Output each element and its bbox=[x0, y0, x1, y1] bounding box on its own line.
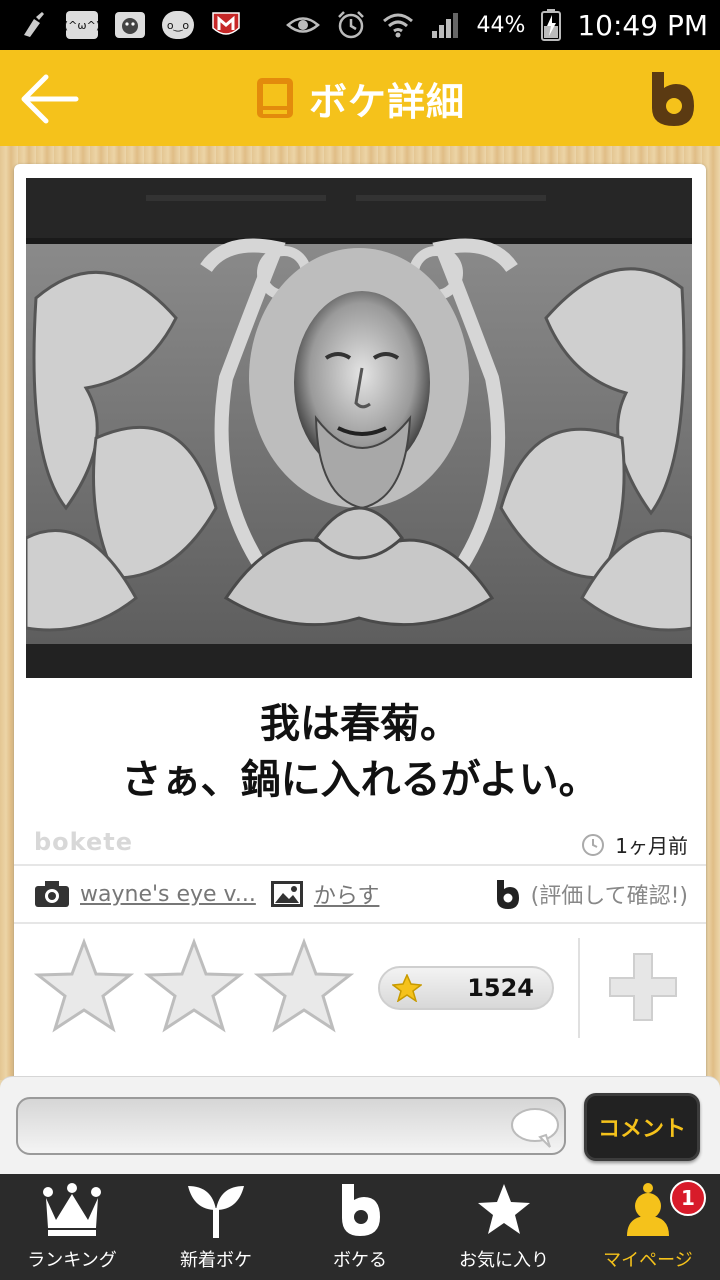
star-count: 1524 bbox=[467, 974, 534, 1002]
odai-author: からす bbox=[270, 878, 380, 910]
speech-bubble-icon bbox=[511, 1108, 559, 1148]
nav-new-boke[interactable]: 新着ボケ bbox=[144, 1174, 288, 1280]
add-favorite-plus-icon[interactable] bbox=[608, 952, 678, 1022]
evaluation-hint: (評価して確認!) bbox=[530, 884, 688, 909]
mcafee-icon bbox=[212, 12, 240, 35]
status-bar: (^ω^) o‿o 44% 10:49 PM bbox=[0, 0, 720, 50]
star-count-badge: 1524 bbox=[378, 966, 554, 1010]
rate-star-2[interactable] bbox=[144, 938, 244, 1034]
comment-bar: コメント bbox=[0, 1076, 720, 1175]
boke-photo[interactable] bbox=[26, 178, 692, 678]
vertical-divider bbox=[578, 938, 580, 1038]
battery-percent: 44% bbox=[476, 12, 526, 38]
sprout-icon bbox=[188, 1186, 244, 1238]
post-time: 1ヶ月前 bbox=[581, 830, 688, 859]
notification-icons: (^ω^) o‿o bbox=[20, 10, 242, 40]
meta-row: bokete 1ヶ月前 bbox=[14, 824, 706, 864]
alarm-icon bbox=[338, 11, 365, 39]
nav-label: マイページ bbox=[603, 1250, 693, 1271]
camera-icon bbox=[35, 881, 69, 907]
photo-credit: wayne's eye v... bbox=[34, 880, 256, 908]
clock: 10:49 PM bbox=[577, 8, 708, 42]
back-arrow-icon[interactable] bbox=[18, 72, 80, 126]
dog-icon bbox=[115, 12, 145, 38]
picture-icon bbox=[270, 881, 303, 907]
wifi-icon bbox=[383, 13, 414, 38]
rate-star-1[interactable] bbox=[34, 938, 134, 1034]
photo-credit-link[interactable]: wayne's eye v... bbox=[80, 882, 256, 907]
bottom-nav: ランキング 新着ボケ ボケる お気に入り マイページ 1 bbox=[0, 1174, 720, 1280]
rating-row: 1524 bbox=[14, 924, 706, 1050]
nav-ranking[interactable]: ランキング bbox=[0, 1174, 144, 1280]
bokete-b-icon bbox=[496, 880, 519, 909]
boke-card: 我は春菊。 さぁ、鍋に入れるがよい。 bokete 1ヶ月前 wayne's e… bbox=[14, 164, 706, 1094]
page-title-group: ボケ詳細 bbox=[255, 71, 465, 126]
user-bell-icon bbox=[627, 1183, 669, 1236]
eye-icon bbox=[286, 17, 321, 33]
battery-charging-icon bbox=[541, 9, 562, 41]
boke-author-evaluate[interactable]: (評価して確認!) bbox=[495, 878, 688, 910]
stone-face-relief-image bbox=[26, 178, 692, 678]
bokete-b-icon bbox=[342, 1184, 380, 1236]
nav-label: ランキング bbox=[27, 1250, 117, 1271]
book-icon bbox=[256, 78, 293, 118]
credit-row: wayne's eye v... からす (評価して確認!) bbox=[14, 866, 706, 922]
comment-input[interactable] bbox=[16, 1097, 566, 1155]
star-icon bbox=[478, 1184, 530, 1234]
time-ago: 1ヶ月前 bbox=[615, 834, 688, 858]
submit-comment-button[interactable]: コメント bbox=[584, 1093, 700, 1161]
nav-label: お気に入り bbox=[459, 1250, 549, 1271]
kaomoji-icon: (^ω^) bbox=[64, 11, 100, 39]
kaomoji2-icon: o‿o bbox=[162, 11, 194, 39]
clock-icon bbox=[582, 833, 605, 856]
rate-star-3[interactable] bbox=[254, 938, 354, 1034]
notification-badge: 1 bbox=[670, 1180, 706, 1216]
app-header: ボケ詳細 bbox=[0, 50, 720, 146]
nav-label: ボケる bbox=[333, 1250, 387, 1271]
system-status: 44% 10:49 PM bbox=[286, 9, 708, 42]
gold-star-icon bbox=[392, 974, 422, 1002]
nav-favorites[interactable]: お気に入り bbox=[432, 1174, 576, 1280]
bokete-logo-icon[interactable] bbox=[646, 68, 698, 128]
nav-mypage[interactable]: マイページ 1 bbox=[576, 1174, 720, 1280]
crown-icon bbox=[43, 1183, 101, 1236]
signal-icon bbox=[432, 13, 459, 38]
broom-icon bbox=[24, 12, 44, 37]
odai-author-link[interactable]: からす bbox=[314, 878, 380, 910]
boke-caption: 我は春菊。 さぁ、鍋に入れるがよい。 bbox=[121, 701, 599, 803]
nav-label: 新着ボケ bbox=[180, 1250, 252, 1271]
bokete-watermark: bokete bbox=[34, 828, 134, 856]
nav-boke-post[interactable]: ボケる bbox=[288, 1174, 432, 1280]
page-title: ボケ詳細 bbox=[308, 79, 465, 124]
